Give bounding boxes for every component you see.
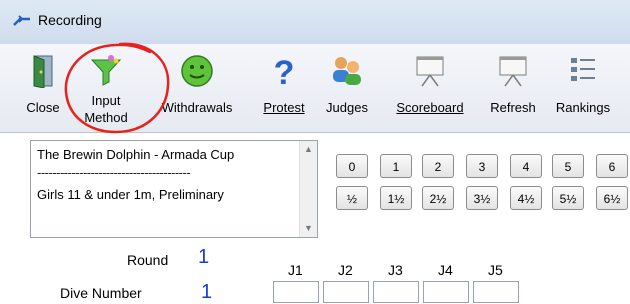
toolbar: Close Input Method Withdrawals ? Protest [0,44,630,133]
window-title: Recording [38,12,102,28]
judge-header-1: J1 [288,262,303,278]
question-mark-icon: ? [274,54,295,90]
rankings-label: Rankings [555,100,611,115]
score-key-1[interactable]: 1 [380,154,412,178]
protest-button[interactable]: ? Protest [255,50,313,128]
judge-score-input-1[interactable] [273,281,319,303]
smiley-icon [181,55,213,87]
round-value: 1 [198,246,210,268]
dive-number-value: 1 [201,281,213,303]
event-listbox[interactable]: The Brewin Dolphin - Armada Cup --------… [30,140,318,238]
close-button[interactable]: Close [22,50,64,128]
judge-score-input-5[interactable] [473,281,519,303]
dive-number-label: Dive Number [60,285,142,301]
presentation-board-icon [499,56,527,87]
score-key-6-half[interactable]: 6½ [596,186,628,210]
scroll-up-icon[interactable]: ▲ [300,141,317,158]
refresh-label: Refresh [490,100,536,115]
door-icon [33,55,53,88]
presentation-board-icon [416,56,444,87]
ranked-list-icon [571,58,595,81]
score-key-half[interactable]: ½ [336,186,368,210]
score-key-5[interactable]: 5 [552,154,584,178]
vertical-scrollbar[interactable]: ▲ ▼ [299,141,317,237]
withdrawals-button[interactable]: Withdrawals [151,50,243,128]
score-key-0[interactable]: 0 [336,154,368,178]
withdrawals-label: Withdrawals [161,100,233,115]
score-key-3[interactable]: 3 [466,154,498,178]
judge-score-input-2[interactable] [323,281,369,303]
refresh-button[interactable]: Refresh [481,50,545,128]
judges-label: Judges [326,100,368,115]
people-icon [333,57,361,85]
scoreboard-label: Scoreboard [396,100,464,115]
judges-button[interactable]: Judges [320,50,374,128]
svg-text:?: ? [274,54,295,90]
score-key-3-half[interactable]: 3½ [466,186,498,210]
score-key-1-half[interactable]: 1½ [380,186,412,210]
input-method-button[interactable]: Input Method [72,50,140,128]
scoreboard-button[interactable]: Scoreboard [384,50,476,128]
round-label: Round [127,252,169,268]
title-bar: Recording [0,0,630,44]
close-label: Close [26,100,60,115]
event-name: The Brewin Dolphin - Armada Cup [37,147,235,162]
score-key-2[interactable]: 2 [422,154,454,178]
score-key-5-half[interactable]: 5½ [552,186,584,210]
score-key-4-half[interactable]: 4½ [510,186,542,210]
score-key-6[interactable]: 6 [596,154,628,178]
funnel-icon [90,55,122,86]
scroll-down-icon[interactable]: ▼ [300,220,317,237]
separator-line: ---------------------------------------- [37,165,191,180]
judge-header-3: J3 [388,262,403,278]
judge-header-5: J5 [488,262,503,278]
rankings-button[interactable]: Rankings [548,50,618,128]
score-key-2-half[interactable]: 2½ [422,186,454,210]
app-icon [13,15,30,26]
input-method-label: Input Method [84,93,128,125]
judge-score-input-3[interactable] [373,281,419,303]
event-category: Girls 11 & under 1m, Preliminary [37,187,224,202]
judge-score-input-4[interactable] [423,281,469,303]
score-key-4[interactable]: 4 [510,154,542,178]
judge-header-2: J2 [338,262,353,278]
protest-label: Protest [263,100,305,115]
judge-header-4: J4 [438,262,453,278]
